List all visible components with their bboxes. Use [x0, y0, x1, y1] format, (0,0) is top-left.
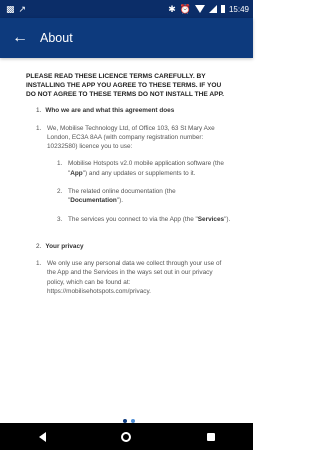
app-bar: ← About: [0, 18, 253, 58]
sub-clause-text: The related online documentation (the "D…: [68, 187, 231, 206]
section-number: 2.: [36, 242, 42, 250]
sub-clause-text-part: ").: [224, 215, 231, 223]
arrow-left-icon: ←: [12, 29, 28, 46]
nav-home-button[interactable]: [106, 423, 146, 450]
square-recents-icon: [206, 432, 215, 441]
sub-clause-text: Mobilise Hotspots v2.0 mobile applicatio…: [68, 159, 231, 178]
sub-clause-number: 1.: [57, 160, 63, 168]
sub-clause-item: 1. Mobilise Hotspots v2.0 mobile applica…: [57, 159, 231, 178]
section-number: 1.: [36, 107, 42, 115]
nav-recents-button[interactable]: [191, 423, 231, 450]
section-title: Who we are and what this agreement does: [45, 107, 175, 115]
clause-item: 1. We only use any personal data we coll…: [36, 259, 231, 296]
section-who-we-are: 1. Who we are and what this agreement doe…: [36, 106, 231, 115]
clause-number: 1.: [36, 124, 42, 132]
status-bar-left: ▩ ↗: [6, 3, 27, 14]
alarm-icon: ⏰: [179, 3, 191, 14]
sub-clause-text-part: ").: [116, 197, 123, 205]
status-time: 15:49: [228, 4, 249, 14]
section-your-privacy: 2. Your privacy: [36, 242, 231, 251]
sub-clause-text-part: The services you connect to via the App …: [68, 215, 198, 223]
status-bar-right: ✱ ⏰ 15:49: [168, 3, 249, 14]
sub-clause-text: The services you connect to via the App …: [68, 215, 231, 224]
clause-number: 1.: [36, 260, 42, 268]
notification-app-icon: ▩: [6, 3, 15, 14]
battery-icon: [220, 5, 225, 13]
cell-signal-icon: [208, 5, 217, 13]
sub-clause-number: 2.: [57, 187, 63, 195]
sub-clause-number: 3.: [57, 215, 63, 223]
sub-clause-item: 3. The services you connect to via the A…: [57, 215, 231, 224]
section-title: Your privacy: [45, 242, 84, 250]
missed-call-icon: ↗: [18, 3, 27, 14]
nav-back-button[interactable]: [22, 423, 62, 450]
back-button[interactable]: ←: [6, 18, 34, 58]
defined-term: Documentation: [70, 197, 117, 205]
defined-term: App: [70, 169, 83, 177]
wifi-icon: [194, 5, 205, 13]
bluetooth-icon: ✱: [168, 3, 176, 14]
section-heading: 2. Your privacy: [36, 242, 231, 251]
circle-home-icon: [121, 431, 132, 442]
clause-text: We only use any personal data we collect…: [47, 260, 222, 295]
triangle-back-icon: [38, 431, 46, 442]
licence-content[interactable]: PLEASE READ THESE LICENCE TERMS CAREFULL…: [0, 58, 253, 423]
page-title: About: [40, 31, 73, 45]
licence-intro: PLEASE READ THESE LICENCE TERMS CAREFULL…: [26, 73, 224, 99]
clause-text: We, Mobilise Technology Ltd, of Office 1…: [47, 124, 215, 151]
status-bar: ▩ ↗ ✱ ⏰ 15:49: [0, 0, 253, 18]
sub-clause-text-part: ") and any updates or supplements to it.: [82, 169, 196, 177]
sub-clause-item: 2. The related online documentation (the…: [57, 187, 231, 206]
section-heading: 1. Who we are and what this agreement doe…: [36, 106, 231, 115]
clause-item: 1. We, Mobilise Technology Ltd, of Offic…: [36, 124, 231, 152]
system-navigation-bar: [0, 423, 253, 450]
defined-term: Services: [197, 215, 225, 223]
